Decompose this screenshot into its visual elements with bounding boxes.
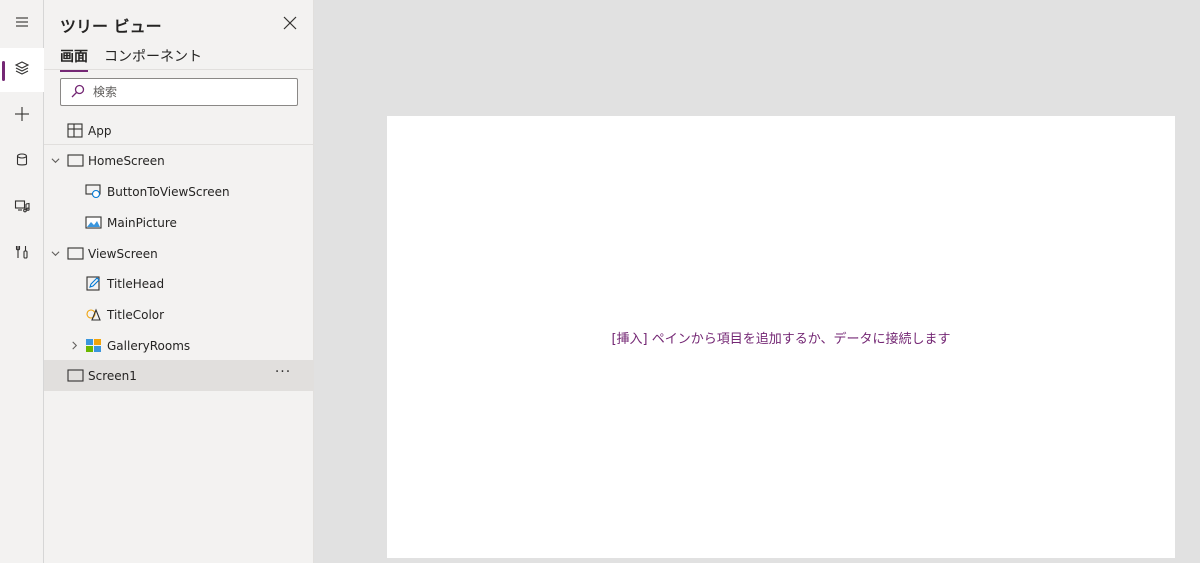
more-options-button[interactable]: ···: [274, 365, 292, 384]
tree-item-app[interactable]: App: [44, 115, 314, 146]
tree-item-label: ViewScreen: [88, 246, 158, 261]
button-icon: [84, 184, 102, 200]
tree-item-buttontoviewscreen[interactable]: ButtonToViewScreen: [44, 176, 314, 207]
search-icon: [71, 83, 93, 102]
tree-item-mainpicture[interactable]: MainPicture: [44, 207, 314, 238]
close-icon: [283, 15, 297, 34]
tree-view-button[interactable]: [0, 48, 44, 92]
chevron-right-icon[interactable]: [68, 340, 80, 352]
layers-icon: [14, 60, 30, 80]
close-panel-button[interactable]: [278, 12, 302, 36]
tree-view-panel: ツリー ビュー 画面 コンポーネント App HomeScreen: [44, 0, 314, 563]
tree-item-label: Screen1: [88, 368, 137, 383]
tree-item-screen1[interactable]: Screen1 ···: [44, 360, 314, 391]
tree-item-label: ButtonToViewScreen: [107, 184, 230, 199]
image-icon: [84, 215, 102, 231]
search-input[interactable]: [93, 85, 293, 99]
screen-canvas[interactable]: [挿入] ペインから項目を追加するか、データに接続します: [387, 116, 1175, 558]
left-rail: [0, 0, 44, 563]
tree-item-titlehead[interactable]: TitleHead: [44, 268, 314, 299]
data-button[interactable]: [0, 140, 44, 184]
database-icon: [14, 152, 30, 172]
screen-icon: [66, 246, 84, 262]
media-icon: [14, 198, 30, 218]
menu-button[interactable]: [0, 2, 44, 46]
panel-title: ツリー ビュー: [60, 17, 162, 36]
screen-icon: [66, 368, 84, 384]
tabs-divider: [44, 69, 314, 70]
media-button[interactable]: [0, 186, 44, 230]
plus-icon: [14, 106, 30, 126]
tree-item-label: GalleryRooms: [107, 338, 191, 353]
tree-item-titlecolor[interactable]: TitleColor: [44, 299, 314, 330]
tree-item-label: HomeScreen: [88, 153, 165, 168]
gallery-icon: [84, 338, 102, 354]
chevron-down-icon[interactable]: [49, 155, 61, 167]
tree-item-label: MainPicture: [107, 215, 177, 230]
tree-item-viewscreen[interactable]: ViewScreen: [44, 238, 314, 269]
tools-icon: [14, 244, 30, 264]
shape-icon: [84, 307, 102, 323]
screen-icon: [66, 153, 84, 169]
app-icon: [66, 123, 84, 139]
hamburger-menu-icon: [14, 14, 30, 34]
tree-item-label: TitleHead: [107, 276, 165, 291]
empty-screen-message: [挿入] ペインから項目を追加するか、データに接続します: [611, 332, 951, 347]
search-box: [60, 78, 298, 106]
tree-item-label: App: [88, 123, 112, 138]
insert-button[interactable]: [0, 94, 44, 138]
tools-button[interactable]: [0, 232, 44, 276]
tree-item-galleryrooms[interactable]: GalleryRooms: [44, 330, 314, 361]
tree-item-label: TitleColor: [107, 307, 165, 322]
tree-item-homescreen[interactable]: HomeScreen: [44, 145, 314, 176]
label-edit-icon: [84, 276, 102, 292]
chevron-down-icon[interactable]: [49, 248, 61, 260]
